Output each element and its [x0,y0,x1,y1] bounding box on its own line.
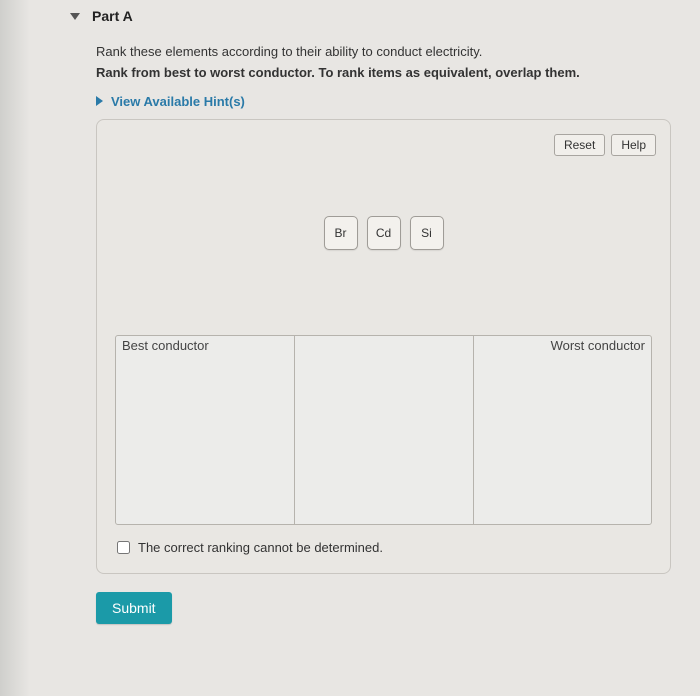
part-title: Part A [92,8,133,24]
rank-divider [473,336,474,524]
view-hints-label: View Available Hint(s) [111,94,245,109]
rank-worst-label: Worst conductor [551,338,645,353]
instruction-line-2: Rank from best to worst conductor. To ra… [96,63,690,84]
element-tile-si[interactable]: Si [410,216,444,250]
element-tile-br[interactable]: Br [324,216,358,250]
cannot-determine-checkbox[interactable] [117,541,130,554]
reset-button[interactable]: Reset [554,134,605,156]
panel-toolbar: Reset Help [111,134,656,156]
rank-best-label: Best conductor [122,338,209,353]
element-tile-cd[interactable]: Cd [367,216,401,250]
cannot-determine-label: The correct ranking cannot be determined… [138,540,383,555]
help-button[interactable]: Help [611,134,656,156]
ranking-panel: Reset Help Br Cd Si Best conductor Worst… [96,119,671,574]
view-hints-toggle[interactable]: View Available Hint(s) [96,94,690,109]
chevron-down-icon [70,13,80,20]
submit-button[interactable]: Submit [96,592,172,624]
instructions-block: Rank these elements according to their a… [96,42,690,84]
main-content: Part A Rank these elements according to … [62,0,690,624]
ranking-dropzone[interactable]: Best conductor Worst conductor [115,335,652,525]
tiles-row: Br Cd Si [111,216,656,250]
instruction-line-1: Rank these elements according to their a… [96,42,690,63]
part-header[interactable]: Part A [70,8,690,24]
chevron-right-icon [96,96,103,106]
cannot-determine-row: The correct ranking cannot be determined… [117,540,650,555]
rank-divider [294,336,295,524]
page-left-edge [0,0,30,696]
